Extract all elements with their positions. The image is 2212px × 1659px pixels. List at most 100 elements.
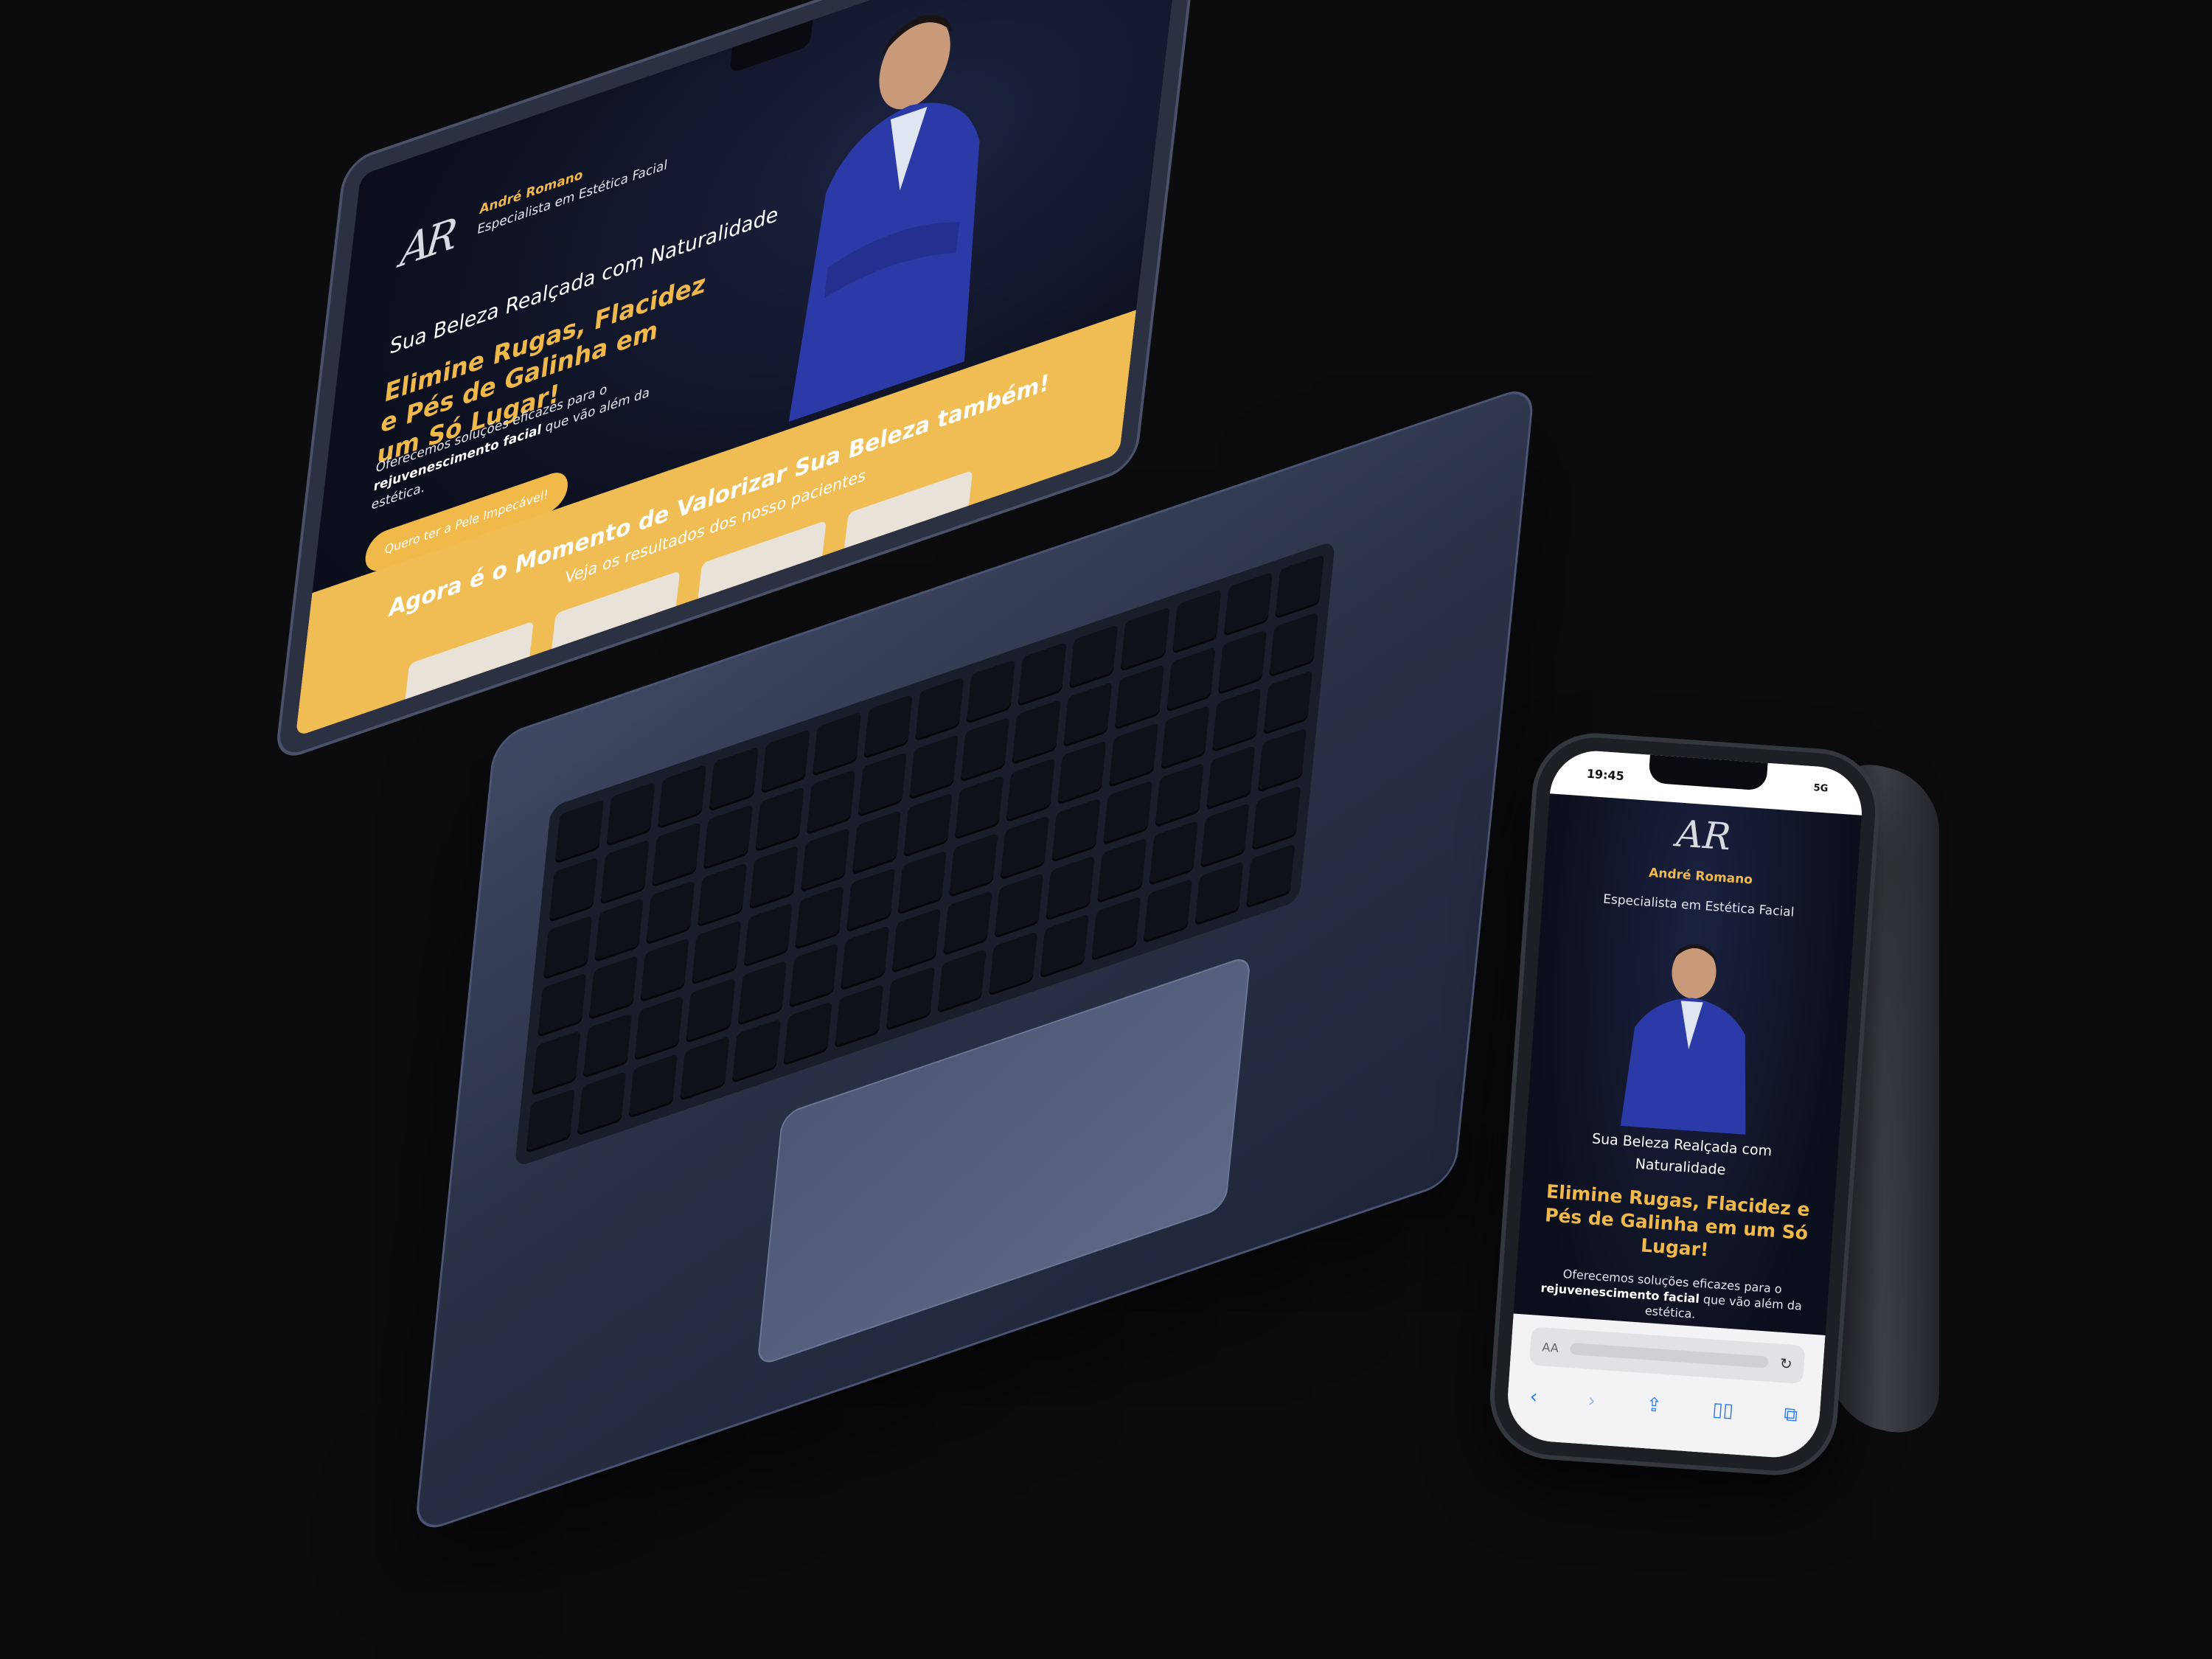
key[interactable] xyxy=(1091,896,1141,961)
key[interactable] xyxy=(526,1088,575,1154)
forward-icon[interactable]: › xyxy=(1587,1390,1596,1413)
key[interactable] xyxy=(628,1053,678,1119)
tabs-icon[interactable]: ⧉ xyxy=(1783,1403,1798,1427)
key[interactable] xyxy=(1046,855,1096,921)
share-icon[interactable]: ⇪ xyxy=(1645,1394,1663,1417)
key[interactable] xyxy=(1103,780,1152,846)
key[interactable] xyxy=(846,867,896,933)
key[interactable] xyxy=(652,821,701,888)
key[interactable] xyxy=(1057,740,1107,805)
key[interactable] xyxy=(692,920,741,986)
key[interactable] xyxy=(1063,682,1113,748)
key[interactable] xyxy=(966,659,1016,725)
key[interactable] xyxy=(680,1035,730,1102)
key[interactable] xyxy=(1154,762,1204,828)
key[interactable] xyxy=(1012,699,1062,765)
key[interactable] xyxy=(1097,838,1147,904)
key[interactable] xyxy=(1166,647,1216,713)
key[interactable] xyxy=(806,769,856,835)
key[interactable] xyxy=(588,955,639,1020)
key[interactable] xyxy=(1257,728,1307,793)
key[interactable] xyxy=(840,925,890,991)
key[interactable] xyxy=(788,943,838,1009)
key[interactable] xyxy=(886,966,936,1032)
reader-mode-button[interactable]: AA xyxy=(1542,1340,1559,1355)
key[interactable] xyxy=(908,734,959,800)
key[interactable] xyxy=(994,873,1044,939)
key[interactable] xyxy=(698,862,747,928)
key[interactable] xyxy=(1143,878,1192,944)
key[interactable] xyxy=(1120,607,1170,672)
key[interactable] xyxy=(760,729,810,795)
key[interactable] xyxy=(1251,785,1301,851)
key[interactable] xyxy=(1200,803,1250,869)
key[interactable] xyxy=(646,880,695,945)
reload-icon[interactable]: ↻ xyxy=(1779,1354,1792,1373)
key[interactable] xyxy=(903,792,953,858)
key[interactable] xyxy=(1211,687,1262,753)
key[interactable] xyxy=(709,746,759,813)
key[interactable] xyxy=(554,799,605,865)
key[interactable] xyxy=(582,1012,633,1079)
key[interactable] xyxy=(897,850,947,916)
brand-logo[interactable]: AR xyxy=(1546,803,1861,867)
key[interactable] xyxy=(891,908,941,973)
key[interactable] xyxy=(549,857,599,922)
key[interactable] xyxy=(1149,820,1198,886)
key[interactable] xyxy=(794,885,844,950)
key[interactable] xyxy=(577,1071,627,1136)
key[interactable] xyxy=(634,995,684,1061)
key[interactable] xyxy=(606,782,655,847)
key[interactable] xyxy=(754,787,804,852)
key[interactable] xyxy=(988,931,1038,996)
key[interactable] xyxy=(1194,860,1244,927)
key[interactable] xyxy=(1223,571,1273,637)
key[interactable] xyxy=(1000,815,1050,881)
key[interactable] xyxy=(1006,757,1056,823)
key[interactable] xyxy=(686,978,735,1043)
key[interactable] xyxy=(1217,630,1267,695)
brand-logo[interactable]: AR xyxy=(397,204,470,281)
key[interactable] xyxy=(1114,664,1164,730)
back-icon[interactable]: ‹ xyxy=(1529,1385,1538,1409)
key[interactable] xyxy=(1109,722,1158,788)
key[interactable] xyxy=(640,937,690,1004)
key[interactable] xyxy=(1275,554,1324,620)
key[interactable] xyxy=(960,717,1010,782)
key[interactable] xyxy=(703,804,753,870)
key[interactable] xyxy=(937,948,987,1014)
key[interactable] xyxy=(737,960,787,1026)
key[interactable] xyxy=(594,897,644,963)
key[interactable] xyxy=(748,844,799,911)
key[interactable] xyxy=(658,764,707,830)
key[interactable] xyxy=(948,832,998,898)
key[interactable] xyxy=(731,1018,781,1084)
key[interactable] xyxy=(600,839,650,905)
key[interactable] xyxy=(1051,798,1102,863)
key[interactable] xyxy=(800,827,850,893)
key[interactable] xyxy=(1069,624,1119,690)
key[interactable] xyxy=(863,694,913,759)
key[interactable] xyxy=(1263,669,1312,736)
key[interactable] xyxy=(537,973,587,1038)
key[interactable] xyxy=(1160,705,1210,771)
key[interactable] xyxy=(1018,641,1067,707)
key[interactable] xyxy=(943,890,992,956)
key[interactable] xyxy=(812,712,861,777)
key[interactable] xyxy=(1040,913,1090,979)
key[interactable] xyxy=(532,1030,581,1096)
key[interactable] xyxy=(858,752,907,818)
key[interactable] xyxy=(782,1001,832,1066)
key[interactable] xyxy=(1206,745,1256,811)
key[interactable] xyxy=(742,902,793,968)
key[interactable] xyxy=(834,983,884,1049)
bookmarks-icon[interactable]: ▯▯ xyxy=(1711,1399,1734,1423)
key[interactable] xyxy=(1172,589,1222,655)
address-bar[interactable]: AA ↻ xyxy=(1528,1326,1806,1385)
key[interactable] xyxy=(1269,612,1318,678)
key[interactable] xyxy=(914,676,964,742)
key[interactable] xyxy=(852,810,901,875)
key[interactable] xyxy=(954,775,1004,841)
key[interactable] xyxy=(1245,843,1295,909)
key[interactable] xyxy=(543,914,593,981)
